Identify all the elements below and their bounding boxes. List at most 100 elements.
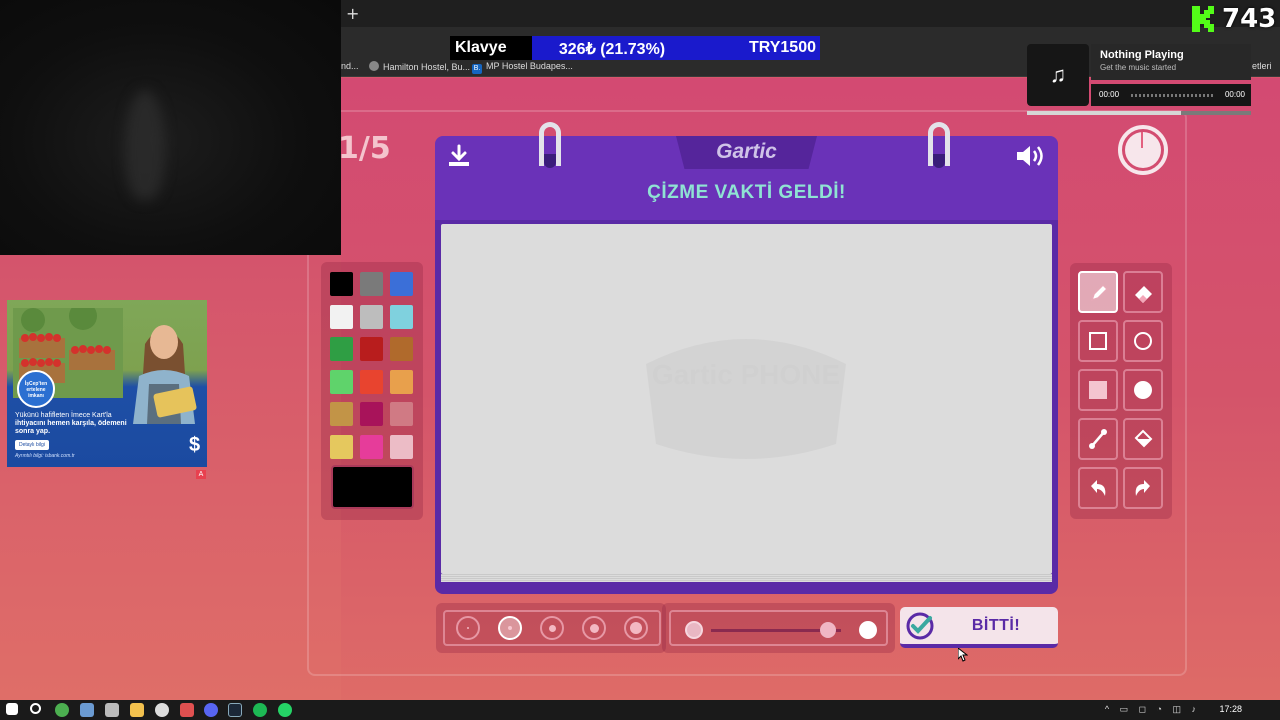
ellipse-outline-icon bbox=[1134, 332, 1152, 350]
bank-ad[interactable]: İşCep'ten ertelene imkanı Yükünü hafifle… bbox=[7, 300, 207, 467]
steam-icon[interactable] bbox=[228, 703, 242, 717]
phase-headline: ÇİZME VAKTİ GELDİ! bbox=[647, 182, 846, 203]
brush-size-option[interactable] bbox=[456, 616, 480, 640]
color-swatch[interactable] bbox=[390, 434, 413, 459]
music-subtitle: Get the music started bbox=[1100, 63, 1177, 72]
score-value: 743 bbox=[1222, 4, 1277, 34]
folder-icon[interactable] bbox=[130, 703, 144, 717]
brush-size-option[interactable] bbox=[498, 616, 522, 640]
card-header: Gartic ÇİZME VAKTİ GELDİ! bbox=[435, 136, 1058, 220]
farmer-woman-image bbox=[133, 325, 197, 424]
music-progress-bar bbox=[1027, 111, 1251, 115]
line-icon bbox=[1089, 429, 1107, 449]
search-icon[interactable] bbox=[30, 703, 41, 714]
ticker-name: Klavye bbox=[450, 36, 532, 60]
tool-fill-bucket-button[interactable] bbox=[1123, 418, 1163, 460]
color-swatch[interactable] bbox=[360, 304, 383, 329]
color-swatch[interactable] bbox=[390, 272, 413, 296]
tool-line-button[interactable] bbox=[1078, 418, 1118, 460]
download-icon[interactable] bbox=[447, 144, 471, 168]
ad-footer: Ayrıntılı bilgi: isbank.com.tr bbox=[15, 453, 75, 459]
new-tab-button[interactable]: + bbox=[346, 4, 359, 23]
brush-size-dot bbox=[548, 624, 556, 632]
ellipse-filled-icon bbox=[1134, 381, 1152, 399]
rectangle-outline-icon bbox=[1089, 332, 1107, 350]
brush-size-option[interactable] bbox=[624, 616, 648, 640]
brush-size-dot bbox=[508, 626, 512, 630]
taskbar-app-icon[interactable] bbox=[105, 703, 119, 717]
color-swatch[interactable] bbox=[390, 304, 413, 329]
bookmark-item[interactable]: Hamilton Hostel, Bu... bbox=[369, 61, 470, 72]
opacity-max-icon bbox=[859, 621, 877, 639]
sound-icon[interactable] bbox=[1015, 144, 1047, 168]
color-swatch[interactable] bbox=[390, 402, 413, 426]
tool-pencil-button[interactable] bbox=[1078, 271, 1118, 313]
tool-undo-button[interactable] bbox=[1078, 467, 1118, 509]
color-swatch[interactable] bbox=[360, 402, 383, 426]
color-swatch[interactable] bbox=[330, 434, 353, 459]
undo-icon bbox=[1091, 480, 1106, 496]
gartic-logo: Gartic bbox=[716, 140, 777, 163]
obs-icon[interactable] bbox=[155, 703, 169, 717]
color-swatch[interactable] bbox=[390, 337, 413, 361]
music-note-icon: ♫ bbox=[1027, 44, 1089, 106]
tool-ellipse-filled-button[interactable] bbox=[1123, 369, 1163, 411]
ad-detail-button[interactable]: Detaylı bilgi bbox=[15, 440, 49, 450]
taskbar-clock: 17:28 bbox=[1219, 704, 1242, 714]
color-swatch[interactable] bbox=[360, 272, 383, 296]
windows-start-icon[interactable] bbox=[6, 703, 18, 715]
tool-rectangle-outline-button[interactable] bbox=[1078, 320, 1118, 362]
discord-icon[interactable] bbox=[204, 703, 218, 717]
taskbar-app-icon[interactable] bbox=[80, 703, 94, 717]
fill-bucket-icon bbox=[1134, 429, 1153, 448]
bookmark-item[interactable]: B. MP Hostel Budapes... bbox=[472, 61, 573, 74]
music-timeline: 00:00 00:00 bbox=[1091, 84, 1251, 106]
color-swatch[interactable] bbox=[360, 369, 383, 394]
adchoices-icon[interactable]: A bbox=[196, 470, 206, 479]
bookmark-item[interactable]: nd... bbox=[341, 61, 359, 71]
opacity-handle[interactable] bbox=[820, 622, 836, 638]
binder-ring-foot bbox=[933, 154, 945, 168]
stream-ticker: Klavye 326₺ (21.73%) TRY1500 bbox=[450, 36, 820, 60]
color-swatch[interactable] bbox=[330, 272, 353, 296]
drawing-canvas[interactable]: Gartic PHONE bbox=[441, 224, 1052, 574]
opacity-panel bbox=[662, 603, 895, 653]
color-swatch[interactable] bbox=[360, 434, 383, 459]
system-tray-icons[interactable]: ^ ▭ ◻ ◔ ◫ ♪ bbox=[1105, 704, 1200, 715]
tool-rectangle-filled-button[interactable] bbox=[1078, 369, 1118, 411]
rectangle-filled-icon bbox=[1089, 381, 1107, 399]
color-swatch[interactable] bbox=[330, 369, 353, 394]
timer-fill bbox=[1125, 132, 1161, 168]
booking-icon: B. bbox=[472, 64, 482, 74]
done-button[interactable]: BİTTİ! bbox=[900, 607, 1058, 648]
color-swatch[interactable] bbox=[330, 304, 353, 329]
opacity-slider[interactable] bbox=[669, 610, 888, 646]
ticker-price: TRY1500 bbox=[692, 36, 820, 60]
music-track bbox=[1131, 94, 1215, 97]
tool-eraser-button[interactable] bbox=[1123, 271, 1163, 313]
bookmark-item[interactable]: etleri bbox=[1252, 61, 1272, 71]
brush-size-dot bbox=[589, 623, 599, 633]
color-palette bbox=[321, 262, 423, 520]
color-swatch[interactable] bbox=[330, 337, 353, 361]
tool-redo-button[interactable] bbox=[1123, 467, 1163, 509]
tool-panel bbox=[1070, 263, 1172, 519]
color-swatch[interactable] bbox=[360, 337, 383, 361]
taskbar-app-icon[interactable] bbox=[180, 703, 194, 717]
brush-size-option[interactable] bbox=[582, 616, 606, 640]
music-info: Nothing Playing Get the music started bbox=[1091, 44, 1251, 80]
canvas-pages-edge bbox=[441, 574, 1052, 582]
pencil-icon bbox=[1090, 283, 1109, 302]
color-swatch[interactable] bbox=[390, 369, 413, 394]
whatsapp-icon[interactable] bbox=[278, 703, 292, 717]
spotify-icon[interactable] bbox=[253, 703, 267, 717]
tool-ellipse-outline-button[interactable] bbox=[1123, 320, 1163, 362]
color-swatch[interactable] bbox=[330, 402, 353, 426]
webcam-overlay bbox=[0, 0, 341, 255]
kick-logo-icon bbox=[1192, 6, 1214, 32]
brush-size-option[interactable] bbox=[540, 616, 564, 640]
ad-badge: İşCep'ten ertelene imkanı bbox=[17, 370, 55, 408]
bank-logo-icon: $ bbox=[189, 434, 201, 456]
music-time-elapsed: 00:00 bbox=[1099, 90, 1120, 99]
chrome-icon[interactable] bbox=[55, 703, 69, 717]
